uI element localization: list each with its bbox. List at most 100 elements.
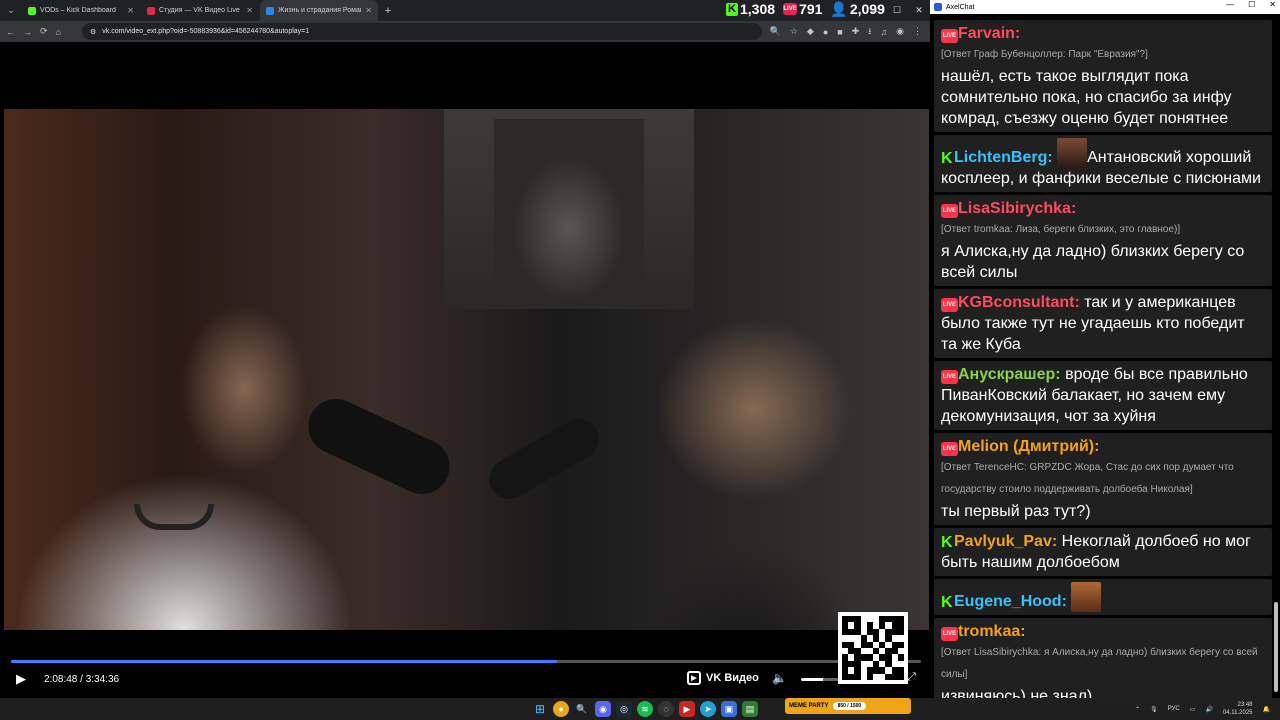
site-info-icon[interactable]: ⚙ (90, 28, 96, 36)
chrome-icon[interactable]: ● (553, 701, 569, 717)
media-icon[interactable]: ▶ (679, 701, 695, 717)
meme-party-label: MEME PARTY (789, 703, 829, 709)
chat-message: KLichtenBerg: Антановский хороший коспле… (934, 135, 1272, 192)
play-icon[interactable]: ▶ (16, 671, 26, 687)
progress-fill (11, 660, 557, 663)
chat-reply-quote: [Ответ LisaSibirychka: я Алиска,ну да ла… (941, 647, 1258, 680)
chat-text: нашёл, есть такое выглядит пока сомнител… (941, 68, 1232, 127)
duration: 3:34:36 (85, 674, 120, 685)
back-icon[interactable]: ← (6, 27, 15, 37)
tray-chevron-icon[interactable]: ⌃ (1135, 706, 1140, 713)
kick-viewer-count: 1,308 (740, 1, 776, 17)
profile-icon[interactable]: ◉ (896, 26, 904, 37)
chat-text: я Алиска,ну да ладно) близких берегу со … (941, 243, 1245, 281)
volume-slider[interactable] (801, 678, 841, 681)
tab-vk-studio[interactable]: Студия — VK Видео Live ✕ (141, 0, 259, 21)
new-tab-button[interactable]: + (379, 5, 397, 17)
chat-message: LIVE Анускрашер: вроде бы все правильно П… (934, 361, 1272, 430)
vk-video-logo-icon: ▶ (687, 671, 701, 685)
tray-lang[interactable]: РУС (1168, 706, 1180, 712)
chat-text: ты первый раз тут?) (941, 503, 1091, 520)
vk-live-badge-icon: LIVE (941, 204, 958, 218)
home-icon[interactable]: ⌂ (56, 27, 61, 37)
steam-icon[interactable]: ◎ (616, 701, 632, 717)
chat-username[interactable]: Melion (Дмитрий): (958, 438, 1099, 455)
emote-image (1071, 582, 1102, 612)
close-icon[interactable]: ✕ (908, 0, 930, 21)
tab-title: Студия — VK Видео Live (159, 7, 240, 14)
fullscreen-icon[interactable]: ⤢ (907, 671, 916, 684)
chat-username[interactable]: Farvain: (958, 25, 1020, 42)
extension-icon[interactable]: ● (823, 27, 828, 37)
chat-reply-quote: [Ответ TerenceHC: GRPZDC Жора, Стас до с… (941, 462, 1234, 495)
kick-viewers: K 1,308 (726, 1, 775, 17)
bookmark-star-icon[interactable]: ☆ (790, 26, 798, 37)
person-icon: 👤 (830, 0, 848, 17)
microphone-icon[interactable]: 🎙 (1150, 706, 1158, 713)
maximize-icon[interactable]: ☐ (1248, 0, 1255, 9)
chat-username[interactable]: Анускрашер: (958, 366, 1061, 383)
url-field[interactable]: ⚙ vk.com/video_ext.php?oid=-50883936&id=… (82, 23, 762, 40)
download-icon[interactable]: ⭳ (868, 24, 871, 40)
chat-username[interactable]: Pavlyuk_Pav: (954, 533, 1057, 550)
extension-icon[interactable]: ■ (837, 27, 842, 37)
maximize-icon[interactable]: ☐ (886, 0, 908, 21)
chat-message: LIVE Melion (Дмитрий): [Ответ TerenceHC: G… (934, 433, 1272, 525)
scroll-thumb[interactable] (1274, 602, 1278, 692)
chat-reply-quote: [Ответ Граф Бубенцоллер: Парк "Евразия"?… (941, 49, 1148, 60)
tab-search-button[interactable]: ⌄ (0, 0, 22, 21)
kick-logo-icon: K (726, 2, 738, 16)
chat-username[interactable]: Eugene_Hood: (954, 593, 1067, 610)
chat-text: извиняюсь) не знал) (941, 688, 1093, 698)
emote-image (1057, 138, 1088, 168)
vk-favicon-icon (266, 6, 274, 15)
app-icon[interactable]: ▣ (721, 701, 737, 717)
vk-live-badge-icon: LIVE (941, 370, 958, 384)
kick-favicon-icon (28, 6, 36, 15)
chat-username[interactable]: LisaSibirychka: (958, 200, 1076, 217)
chat-app-title: AxelChat (946, 3, 975, 11)
close-tab-icon[interactable]: ✕ (365, 6, 372, 15)
chat-username[interactable]: tromkaa: (958, 623, 1026, 640)
progress-bar[interactable] (11, 660, 921, 663)
extensions-toolbar: 🔍 ☆ ◆ ● ■ ✚ ⭳ ♫ ◉ ⋮ (770, 21, 922, 42)
close-icon[interactable]: ✕ (1269, 0, 1276, 9)
chat-scrollbar[interactable] (1274, 22, 1278, 692)
tab-video[interactable]: Жизнь и страдания Романа А ✕ (260, 0, 378, 21)
start-icon[interactable]: ⊞ (532, 701, 548, 717)
painting-suit-figure (494, 119, 644, 309)
reload-icon[interactable]: ⟳ (40, 26, 48, 37)
forward-icon[interactable]: → (23, 27, 32, 37)
close-tab-icon[interactable]: ✕ (127, 6, 134, 15)
video-player[interactable] (4, 109, 929, 630)
telegram-icon[interactable]: ➤ (700, 701, 716, 717)
clock-date: 04.11.2025 (1222, 710, 1253, 716)
search-icon[interactable]: 🔍 (574, 701, 590, 717)
puzzle-icon[interactable]: ✚ (852, 26, 860, 37)
minimize-icon[interactable]: — (1226, 0, 1234, 9)
minimize-icon[interactable]: — (864, 0, 886, 21)
clock[interactable]: 23:48 04.11.2025 (1223, 701, 1253, 717)
obs-icon[interactable]: ◌ (658, 701, 674, 717)
chat-message: LIVE Farvain: [Ответ Граф Бубенцоллер: Пар… (934, 20, 1272, 132)
discord-icon[interactable]: ◉ (595, 701, 611, 717)
vk-video-brand[interactable]: ▶ VK Видео (687, 671, 759, 685)
volume-icon[interactable]: 🔈 (772, 671, 787, 685)
chat-username[interactable]: KGBconsultant: (958, 294, 1080, 311)
network-icon[interactable]: ▭ (1190, 706, 1196, 713)
close-tab-icon[interactable]: ✕ (246, 6, 253, 15)
time-separator: / (80, 674, 83, 685)
notifications-icon[interactable]: 🔔 (1263, 706, 1270, 713)
chat-message-list: LIVE Farvain: [Ответ Граф Бубенцоллер: Пар… (930, 20, 1272, 698)
media-icon[interactable]: ♫ (880, 27, 887, 37)
chat-message: KPavlyuk_Pav: Некоглай долбоеб но мог бы… (934, 528, 1272, 576)
app-icon[interactable]: ▤ (742, 701, 758, 717)
menu-icon[interactable]: ⋮ (913, 26, 922, 37)
zoom-icon[interactable]: 🔍 (770, 26, 781, 37)
chat-username[interactable]: LichtenBerg: (954, 149, 1053, 166)
tab-kick-dashboard[interactable]: VODs – Kick Dashboard ✕ (22, 0, 140, 21)
speaker-icon[interactable]: 🔊 (1205, 706, 1212, 713)
meme-party-widget[interactable]: MEME PARTY 850 / 1500 (785, 698, 911, 714)
extension-icon[interactable]: ◆ (807, 26, 814, 37)
spotify-icon[interactable]: ≋ (637, 701, 653, 717)
